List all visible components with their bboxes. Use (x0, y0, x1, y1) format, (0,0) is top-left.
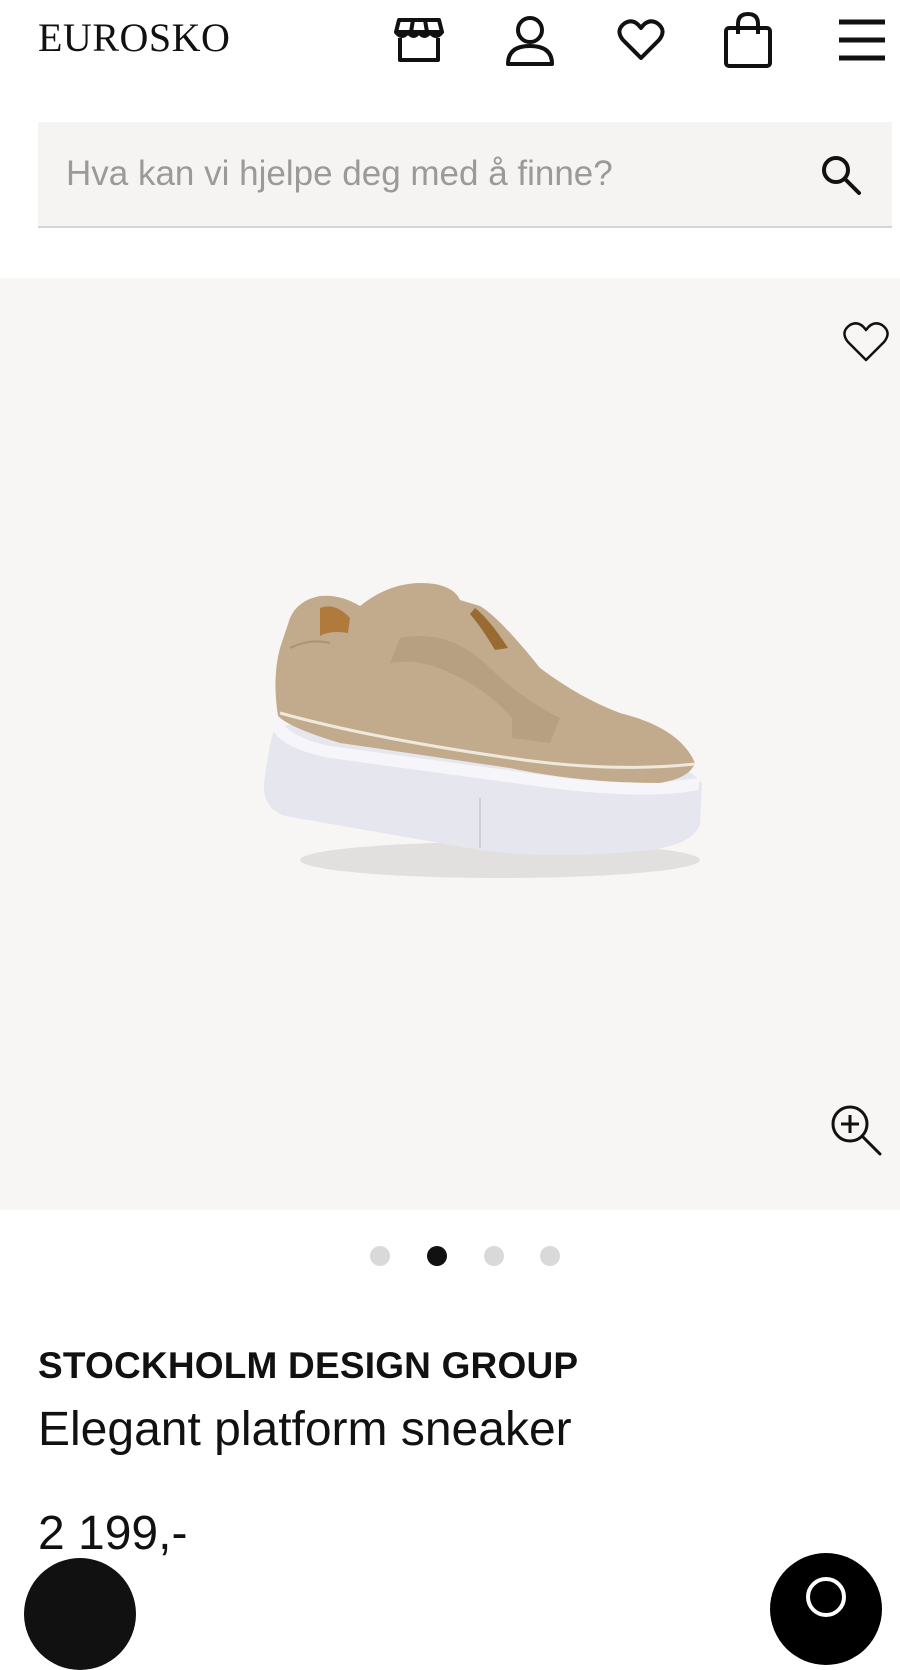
user-icon[interactable] (502, 12, 558, 68)
shopping-bag-icon[interactable] (720, 12, 776, 68)
zoom-in-icon[interactable] (826, 1100, 886, 1160)
floating-action-button[interactable] (24, 1558, 136, 1670)
sneaker-product-image (263, 582, 702, 878)
chat-button[interactable] (770, 1553, 882, 1665)
chat-icon (806, 1577, 846, 1617)
search-bar (38, 122, 892, 228)
product-title: Elegant platform sneaker (38, 1403, 572, 1456)
product-price: 2 199,- (38, 1507, 188, 1560)
product-image-gallery[interactable] (0, 278, 900, 1210)
menu-icon[interactable] (834, 12, 890, 68)
gallery-dot-1[interactable] (370, 1246, 390, 1266)
eurosko-logo[interactable]: EUROSKO (38, 14, 230, 61)
search-input[interactable] (66, 144, 786, 204)
product-brand[interactable]: STOCKHOLM DESIGN GROUP (38, 1345, 578, 1387)
gallery-pagination (0, 1246, 900, 1266)
gallery-dot-2-active[interactable] (427, 1246, 447, 1266)
heart-icon[interactable] (613, 12, 669, 68)
search-icon[interactable] (816, 150, 866, 200)
site-header: EUROSKO (0, 0, 900, 90)
favorite-heart-icon[interactable] (836, 312, 896, 372)
gallery-dot-4[interactable] (540, 1246, 560, 1266)
gallery-dot-3[interactable] (484, 1246, 504, 1266)
store-icon[interactable] (391, 12, 447, 68)
